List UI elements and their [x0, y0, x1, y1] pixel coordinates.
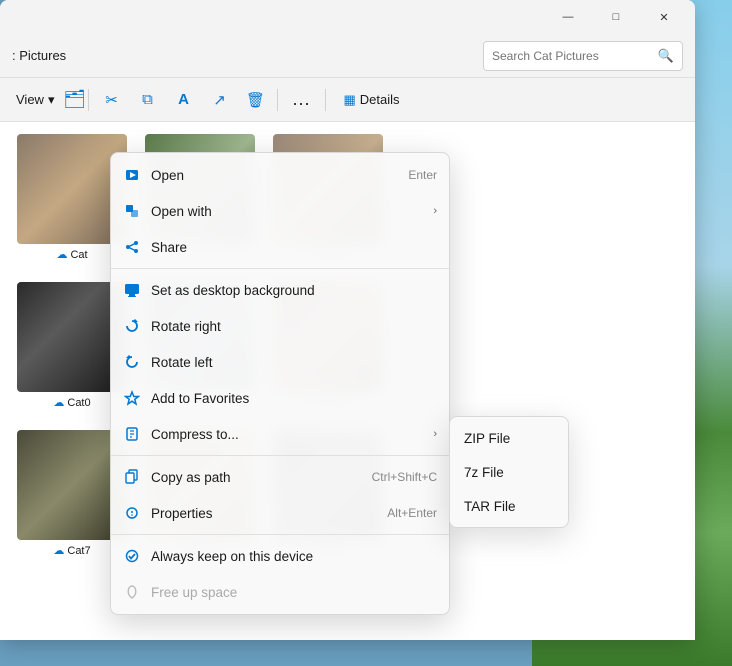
- compress-icon: [123, 425, 141, 443]
- copy-path-icon: [123, 468, 141, 486]
- address-text: : Pictures: [12, 48, 66, 63]
- file-label: ☁Cat0: [53, 396, 90, 409]
- cloud-icon: ☁: [53, 396, 64, 409]
- more-icon: ...: [292, 89, 310, 110]
- trash-icon: 🗑: [247, 92, 263, 108]
- toolbar: View ▾ 🗂 ✂ ⧉ A ↗ 🗑 ... ▦ Details: [0, 78, 695, 122]
- address-bar: : Pictures 🔍: [0, 34, 695, 78]
- menu-item-keep-device[interactable]: Always keep on this device: [111, 538, 449, 574]
- menu-item-copy-path[interactable]: Copy as path Ctrl+Shift+C: [111, 459, 449, 495]
- view-label: View: [16, 92, 44, 107]
- submenu-item-7z[interactable]: 7z File: [450, 455, 568, 489]
- menu-separator-2: [111, 455, 449, 456]
- menu-item-open[interactable]: Open Enter: [111, 157, 449, 193]
- menu-item-share[interactable]: Share: [111, 229, 449, 265]
- chevron-down-icon: ▾: [48, 92, 55, 108]
- share-icon: [123, 238, 141, 256]
- title-bar-controls: — □ ✕: [545, 2, 687, 32]
- cut-button[interactable]: ✂: [95, 84, 127, 116]
- cloud-icon: ☁: [56, 248, 67, 261]
- details-label: Details: [360, 92, 400, 107]
- free-space-label: Free up space: [151, 585, 437, 600]
- menu-item-free-space[interactable]: Free up space: [111, 574, 449, 610]
- context-menu: Open Enter Open with ›: [110, 152, 450, 615]
- open-shortcut: Enter: [408, 168, 437, 182]
- compress-label: Compress to...: [151, 427, 423, 442]
- properties-label: Properties: [151, 506, 377, 521]
- minimize-button[interactable]: —: [545, 2, 591, 32]
- details-icon: ▦: [344, 92, 356, 108]
- rotate-right-label: Rotate right: [151, 319, 437, 334]
- maximize-button[interactable]: □: [593, 2, 639, 32]
- menu-item-rotate-right[interactable]: Rotate right: [111, 308, 449, 344]
- submenu-item-zip[interactable]: ZIP File: [450, 421, 568, 455]
- folder-icon: 🗂: [66, 92, 82, 108]
- title-bar: — □ ✕: [0, 0, 695, 34]
- rotate-right-icon: [123, 317, 141, 335]
- rename-button[interactable]: A: [167, 84, 199, 116]
- scissors-icon: ✂: [103, 92, 119, 108]
- properties-shortcut: Alt+Enter: [387, 506, 437, 520]
- menu-item-properties[interactable]: Properties Alt+Enter: [111, 495, 449, 531]
- toolbar-separator-3: [325, 89, 326, 111]
- free-icon: [123, 583, 141, 601]
- keep-icon: [123, 547, 141, 565]
- properties-icon: [123, 504, 141, 522]
- view-button[interactable]: View ▾: [8, 84, 62, 116]
- rotate-left-icon: [123, 353, 141, 371]
- open-icon: [123, 166, 141, 184]
- menu-item-set-bg[interactable]: Set as desktop background: [111, 272, 449, 308]
- compress-arrow: ›: [433, 428, 437, 440]
- star-icon: [123, 389, 141, 407]
- share-label: Share: [151, 240, 437, 255]
- share-icon: ↗: [211, 92, 227, 108]
- file-label: ☁Cat: [56, 248, 87, 261]
- details-button[interactable]: ▦ Details: [336, 84, 408, 116]
- copy-icon: ⧉: [139, 92, 155, 108]
- add-fav-label: Add to Favorites: [151, 391, 437, 406]
- delete-button[interactable]: 🗑: [239, 84, 271, 116]
- menu-item-compress[interactable]: Compress to... › ZIP File 7z File TAR Fi…: [111, 416, 449, 452]
- toolbar-separator-1: [88, 89, 89, 111]
- rename-icon: A: [175, 92, 191, 108]
- file-label: ☁Cat7: [53, 544, 90, 557]
- search-box[interactable]: 🔍: [483, 41, 683, 71]
- menu-item-rotate-left[interactable]: Rotate left: [111, 344, 449, 380]
- keep-device-label: Always keep on this device: [151, 549, 437, 564]
- copy-button[interactable]: ⧉: [131, 84, 163, 116]
- open-with-arrow: ›: [433, 205, 437, 217]
- menu-separator-3: [111, 534, 449, 535]
- menu-item-open-with[interactable]: Open with ›: [111, 193, 449, 229]
- desktop-icon: [123, 281, 141, 299]
- toolbar-separator-2: [277, 89, 278, 111]
- search-input[interactable]: [492, 49, 652, 63]
- search-icon: 🔍: [658, 48, 674, 64]
- menu-separator-1: [111, 268, 449, 269]
- copy-path-label: Copy as path: [151, 470, 362, 485]
- close-button[interactable]: ✕: [641, 2, 687, 32]
- share-button[interactable]: ↗: [203, 84, 235, 116]
- submenu-compress: ZIP File 7z File TAR File: [449, 416, 569, 528]
- submenu-item-tar[interactable]: TAR File: [450, 489, 568, 523]
- more-button[interactable]: ...: [284, 84, 318, 116]
- set-bg-label: Set as desktop background: [151, 283, 437, 298]
- copy-path-shortcut: Ctrl+Shift+C: [372, 470, 437, 484]
- rotate-left-label: Rotate left: [151, 355, 437, 370]
- content-area: ☁Cat Cat5.jpg ☁Cat0: [0, 122, 695, 640]
- menu-item-add-fav[interactable]: Add to Favorites: [111, 380, 449, 416]
- open-with-icon: [123, 202, 141, 220]
- open-with-label: Open with: [151, 204, 423, 219]
- open-label: Open: [151, 168, 398, 183]
- file-explorer-window: — □ ✕ : Pictures 🔍 View ▾ 🗂 ✂ ⧉ A ↗: [0, 0, 695, 640]
- cloud-icon: ☁: [53, 544, 64, 557]
